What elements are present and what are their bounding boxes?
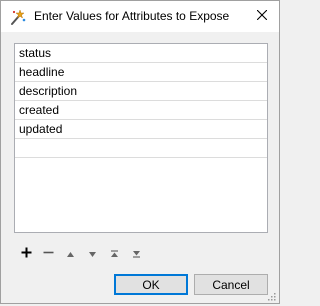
list-item[interactable]: headline xyxy=(15,63,267,82)
minus-icon xyxy=(43,247,54,261)
list-toolbar xyxy=(15,246,147,262)
remove-button[interactable] xyxy=(37,246,59,262)
list-item[interactable]: updated xyxy=(15,120,267,139)
list-item-empty[interactable] xyxy=(15,139,267,158)
move-top-button[interactable] xyxy=(103,246,125,262)
list-item[interactable]: created xyxy=(15,101,267,120)
add-button[interactable] xyxy=(15,246,37,262)
move-up-button[interactable] xyxy=(59,246,81,262)
move-bottom-button[interactable] xyxy=(125,246,147,262)
list-item[interactable]: description xyxy=(15,82,267,101)
move-down-button[interactable] xyxy=(81,246,103,262)
title-bar: Enter Values for Attributes to Expose xyxy=(1,1,279,32)
ok-button[interactable]: OK xyxy=(114,274,188,295)
list-item[interactable]: status xyxy=(15,44,267,63)
wizard-wand-icon xyxy=(9,8,27,26)
arrow-up-icon xyxy=(66,247,75,261)
close-button[interactable] xyxy=(249,4,275,28)
move-to-top-icon xyxy=(110,247,119,261)
dialog-window: Enter Values for Attributes to Expose st… xyxy=(0,0,280,304)
arrow-down-icon xyxy=(88,247,97,261)
resize-grip-icon[interactable] xyxy=(266,290,276,301)
plus-icon xyxy=(21,247,32,261)
attributes-list[interactable]: status headline description created upda… xyxy=(14,43,268,233)
cancel-button[interactable]: Cancel xyxy=(194,274,268,295)
close-icon xyxy=(256,9,268,23)
move-to-bottom-icon xyxy=(132,247,141,261)
window-title: Enter Values for Attributes to Expose xyxy=(34,9,230,23)
